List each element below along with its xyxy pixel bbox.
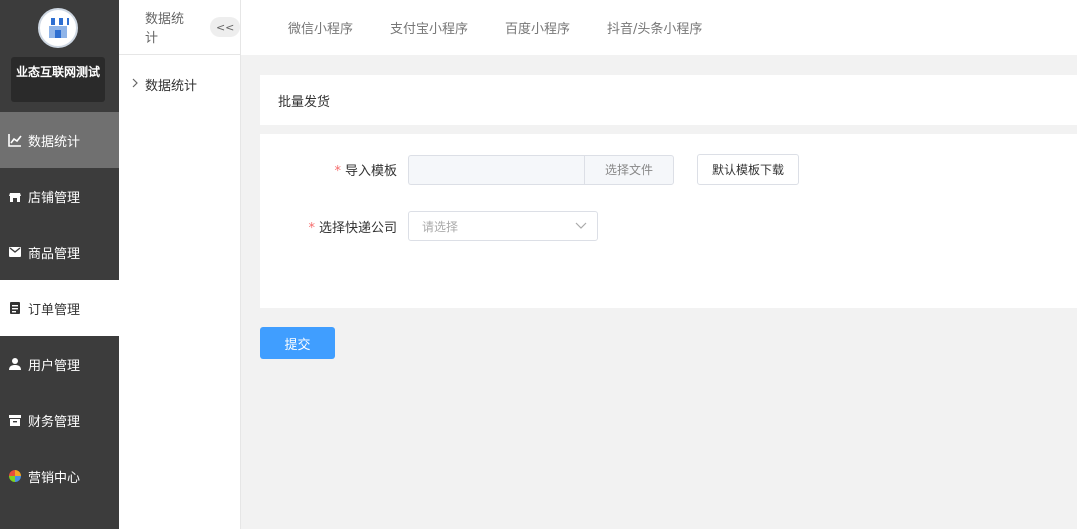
template-row: * 导入模板 选择文件 默认模板下载	[260, 154, 799, 185]
pinwheel-icon	[8, 469, 22, 483]
sidebar-item-label: 商品管理	[28, 246, 81, 262]
sub-sidebar-item-data-stats[interactable]: 数据统计	[119, 55, 240, 113]
sidebar-item-shop[interactable]: 店铺管理	[0, 168, 119, 224]
sidebar-item-data-stats[interactable]: 数据统计	[0, 112, 119, 168]
sidebar-item-label: 营销中心	[28, 470, 81, 486]
sidebar-item-label: 店铺管理	[28, 190, 81, 206]
sidebar-item-marketing[interactable]: 营销中心	[0, 448, 119, 504]
tab-baidu-miniprogram[interactable]: 百度小程序	[505, 18, 570, 37]
chevron-down-icon	[575, 219, 587, 233]
user-icon	[8, 357, 22, 371]
clipboard-icon	[8, 301, 22, 315]
courier-select[interactable]: 请选择	[408, 211, 598, 241]
mail-icon	[8, 245, 22, 259]
sub-sidebar-title: 数据统计	[145, 12, 185, 46]
logo-area: 业态互联网测试	[0, 0, 119, 112]
template-label: * 导入模板	[334, 164, 397, 179]
submit-button[interactable]: 提交	[260, 327, 335, 359]
courier-label: * 选择快递公司	[308, 220, 397, 236]
courier-row: * 选择快递公司 请选择	[260, 211, 598, 241]
sub-sidebar: 数据统计 << 数据统计	[119, 0, 241, 529]
sidebar-item-label: 用户管理	[28, 358, 81, 374]
required-mark: *	[308, 220, 315, 236]
sidebar-item-label: 订单管理	[28, 302, 81, 318]
batch-ship-form: * 导入模板 选择文件 默认模板下载 * 选择快递公司 请选择	[260, 134, 1077, 308]
file-path-input[interactable]	[408, 154, 584, 185]
sidebar-item-label: 财务管理	[28, 414, 81, 430]
archive-icon	[8, 413, 22, 427]
line-chart-icon	[8, 133, 22, 147]
sidebar-item-finance[interactable]: 财务管理	[0, 392, 119, 448]
chevron-right-icon	[131, 77, 139, 91]
main-sidebar: 业态互联网测试 数据统计 店铺管理 商品管理 订单管理 用户管理 财务管理 营销…	[0, 0, 119, 529]
courier-select-placeholder: 请选择	[422, 219, 459, 234]
required-mark: *	[334, 164, 341, 179]
sidebar-item-users[interactable]: 用户管理	[0, 336, 119, 392]
shop-name: 业态互联网测试	[11, 57, 105, 102]
page-title: 批量发货	[260, 75, 1077, 125]
tab-douyin-miniprogram[interactable]: 抖音/头条小程序	[607, 18, 702, 37]
sidebar-item-orders[interactable]: 订单管理	[0, 280, 119, 336]
tab-alipay-miniprogram[interactable]: 支付宝小程序	[390, 18, 468, 37]
sub-sidebar-item-label: 数据统计	[145, 78, 198, 94]
sidebar-item-label: 数据统计	[28, 134, 81, 150]
tab-wechat-miniprogram[interactable]: 微信小程序	[288, 18, 353, 37]
sub-sidebar-header: 数据统计 <<	[119, 0, 240, 55]
choose-file-button[interactable]: 选择文件	[584, 154, 674, 185]
store-logo-icon	[38, 8, 78, 48]
collapse-button[interactable]: <<	[210, 17, 240, 37]
platform-tabs: 微信小程序 支付宝小程序 百度小程序 抖音/头条小程序	[241, 0, 1077, 55]
download-template-button[interactable]: 默认模板下载	[697, 154, 799, 185]
sidebar-item-products[interactable]: 商品管理	[0, 224, 119, 280]
store-icon	[8, 189, 22, 203]
